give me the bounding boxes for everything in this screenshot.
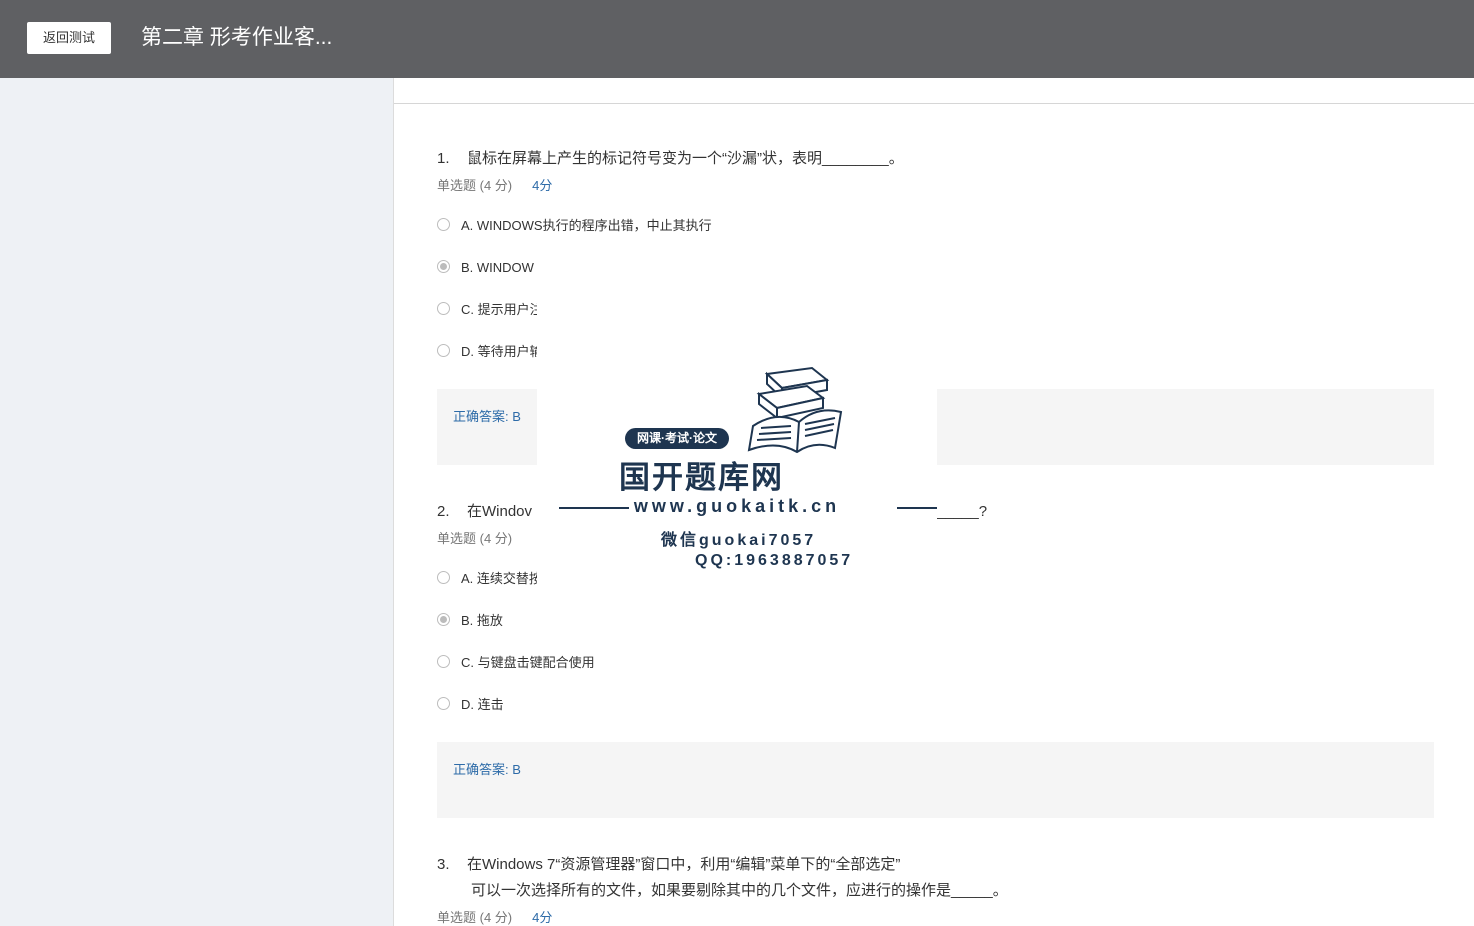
question-score: 4分 — [532, 910, 553, 925]
radio-icon[interactable] — [437, 218, 450, 232]
option-label: C. 提示用户注 — [461, 302, 543, 317]
question-title: 1. 鼠标在屏幕上产生的标记符号变为一个“沙漏”状，表明________。 — [437, 146, 1437, 172]
option-c[interactable]: C. 提示用户注 — [437, 300, 543, 320]
question-title: 3. 在Windows 7“资源管理器”窗口中，利用“编辑”菜单下的“全部选定” — [437, 852, 1437, 878]
question-number: 1. — [437, 150, 450, 167]
question-type: 单选题 (4 分) — [437, 910, 513, 925]
correct-answer: 正确答案: B — [453, 409, 521, 424]
radio-icon[interactable] — [437, 302, 450, 316]
option-label: B. WINDOW — [461, 260, 534, 275]
option-label: D. 等待用户输 — [461, 344, 543, 359]
watermark-wechat: 微信guokai7057 — [661, 532, 817, 549]
question-3: 3. 在Windows 7“资源管理器”窗口中，利用“编辑”菜单下的“全部选定” … — [437, 852, 1437, 926]
question-text-end: _____? — [937, 503, 988, 520]
option-label: A. WINDOWS执行的程序出错，中止其执行 — [461, 218, 712, 233]
option-d[interactable]: D. 连击 — [437, 695, 504, 715]
option-a[interactable]: A. WINDOWS执行的程序出错，中止其执行 — [437, 216, 712, 236]
question-text: 在Windows 7“资源管理器”窗口中，利用“编辑”菜单下的“全部选定” — [467, 856, 901, 873]
question-meta: 单选题 (4 分) 4分 — [437, 176, 1437, 196]
option-label: A. 连续交替按 — [461, 571, 542, 586]
option-d[interactable]: D. 等待用户输 — [437, 342, 543, 362]
correct-answer: 正确答案: B — [453, 762, 521, 777]
question-number: 3. — [437, 856, 450, 873]
option-label: C. 与键盘击键配合使用 — [461, 655, 595, 670]
option-b[interactable]: B. WINDOW — [437, 258, 534, 278]
option-label: B. 拖放 — [461, 613, 503, 628]
question-type: 单选题 (4 分) — [437, 178, 513, 193]
question-meta: 单选题 (4 分) 4分 — [437, 908, 1437, 926]
radio-icon[interactable] — [437, 655, 450, 669]
watermark-site: www.guokaitk.cn — [633, 496, 841, 516]
radio-icon[interactable] — [437, 571, 450, 585]
radio-checked-icon[interactable] — [437, 613, 450, 627]
divider — [394, 103, 1474, 104]
question-type: 单选题 (4 分) — [437, 531, 513, 546]
option-b[interactable]: B. 拖放 — [437, 611, 503, 631]
radio-checked-icon[interactable] — [437, 260, 450, 274]
question-text: 在Windov — [467, 503, 533, 520]
option-c[interactable]: C. 与键盘击键配合使用 — [437, 653, 595, 673]
option-a[interactable]: A. 连续交替按 — [437, 569, 542, 589]
watermark: 网课·考试·论文 国开题库网 www.guokaitk.cn 微信guokai7… — [537, 258, 937, 588]
question-text: 鼠标在屏幕上产生的标记符号变为一个“沙漏”状，表明________。 — [467, 150, 904, 167]
back-to-test-button[interactable]: 返回测试 — [27, 22, 111, 54]
radio-icon[interactable] — [437, 344, 450, 358]
page-title: 第二章 形考作业客... — [141, 26, 333, 49]
sidebar — [0, 78, 393, 926]
watermark-qq: QQ:1963887057 — [695, 552, 854, 569]
question-1: 1. 鼠标在屏幕上产生的标记符号变为一个“沙漏”状，表明________。 单选题… — [437, 146, 1437, 465]
radio-icon[interactable] — [437, 697, 450, 711]
question-number: 2. — [437, 503, 450, 520]
watermark-tagline: 网课·考试·论文 — [625, 428, 729, 449]
option-label: D. 连击 — [461, 697, 504, 712]
watermark-name: 国开题库网 — [619, 460, 784, 495]
question-score: 4分 — [532, 178, 553, 193]
question-text-line2: 可以一次选择所有的文件，如果要剔除其中的几个文件，应进行的操作是_____。 — [471, 882, 1008, 899]
top-bar: 返回测试 第二章 形考作业客... — [0, 0, 1474, 78]
answer-box: 正确答案: B — [437, 742, 1434, 818]
divider — [897, 507, 937, 509]
books-icon — [747, 366, 843, 454]
